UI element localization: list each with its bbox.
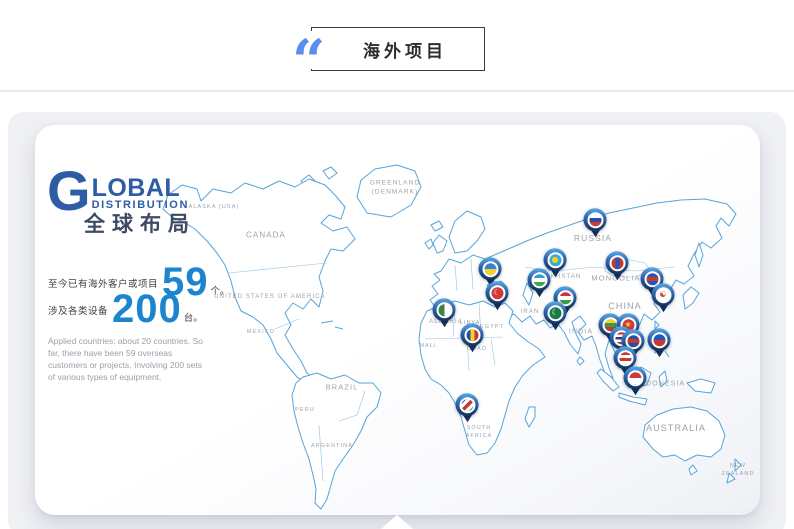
map-country-label: SOUTH — [467, 425, 492, 431]
map-country-label: (DENMARK) — [372, 189, 419, 196]
map-country-label: CHINA — [608, 301, 642, 311]
map-country-label: MALI — [419, 343, 436, 349]
map-card: GREENLAND(DENMARK)ALASKA (USA)CANADAUNIT… — [35, 125, 760, 515]
section-title: 海外项目 — [349, 37, 447, 62]
logo-wordmark: G LOBAL DISTRIBUTION — [47, 171, 196, 212]
map-pin-chad — [461, 323, 484, 346]
map-country-label: CANADA — [246, 231, 286, 240]
map-country-label: NEW — [730, 463, 746, 469]
stat-projects-unit: 个。 — [211, 283, 230, 299]
overseas-projects-section: “ 海外项目 — [0, 0, 794, 529]
map-pin-philippines — [648, 328, 671, 351]
section-title-box: “ 海外项目 — [311, 27, 485, 71]
map-pin-pakistan: ☾ — [544, 301, 567, 324]
global-distribution-logo: G LOBAL DISTRIBUTION 全球布局 — [47, 171, 196, 237]
map-country-label: IRAN — [521, 309, 540, 315]
stats-description: Applied countries: about 20 countries. S… — [48, 336, 210, 384]
map-country-label: GREENLAND — [370, 180, 420, 187]
map-country-label: BRAZIL — [326, 383, 359, 392]
logo-rest: LOBAL — [92, 177, 189, 199]
logo-chinese: 全球布局 — [84, 213, 196, 237]
map-pin-mongolia — [606, 251, 629, 274]
header-divider — [0, 90, 794, 92]
map-country-label: AUSTRALIA — [646, 423, 706, 433]
map-pin-ukraine — [479, 257, 502, 280]
map-country-label: AFRICA — [466, 433, 493, 439]
map-country-label: PERU — [295, 407, 315, 413]
map-country-label: MEXICO — [247, 329, 275, 335]
section-bottom-notch — [381, 515, 413, 529]
map-country-label: ALASKA (USA) — [189, 204, 240, 210]
map-country-label: EGYPT — [480, 324, 504, 330]
quote-icon: “ — [290, 31, 334, 69]
map-pin-namibia — [456, 393, 479, 416]
map-country-label: INDIA — [569, 329, 593, 336]
map-pin-south-korea: ☯ — [652, 283, 675, 306]
stat-equipment-label: 涉及各类设备 — [48, 303, 108, 326]
logo-subtitle: DISTRIBUTION — [92, 199, 189, 212]
stat-equipment-value: 200 — [112, 292, 182, 326]
map-country-label: ZEALAND — [721, 471, 754, 477]
map-pin-russia — [584, 208, 607, 231]
stats-block: 至今已有海外客户或项目 59 个。 涉及各类设备 200 台。 Applied … — [48, 265, 233, 384]
map-pin-algeria: ☾ — [433, 298, 456, 321]
logo-initial: G — [47, 171, 91, 211]
section-header: “ 海外项目 — [0, 0, 794, 90]
map-pin-indonesia — [624, 366, 647, 389]
map-pin-turkey: ☾ — [486, 281, 509, 304]
map-country-label: ARGENTINA — [311, 443, 353, 449]
map-pin-uzbekistan — [528, 268, 551, 291]
stat-equipment-unit: 台。 — [184, 310, 203, 326]
